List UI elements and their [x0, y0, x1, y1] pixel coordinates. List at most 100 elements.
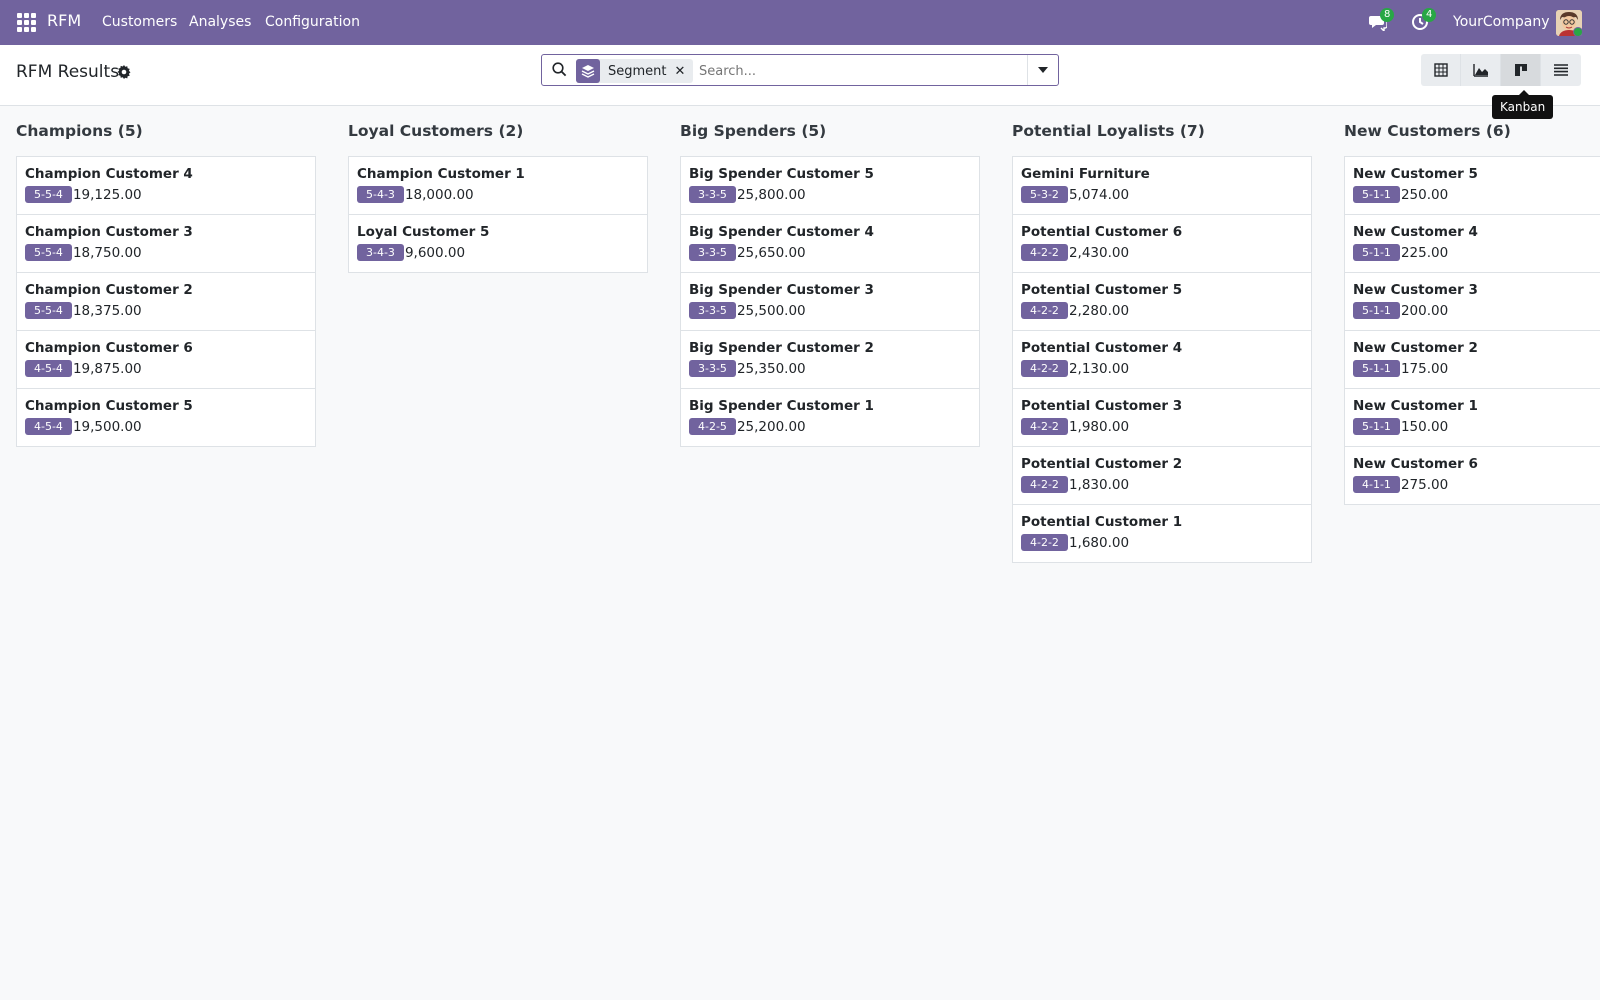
kanban-card[interactable]: Champion Customer 5 4-5-4 19,500.00	[17, 389, 315, 446]
rfm-score-badge: 4-2-2	[1021, 534, 1068, 551]
kanban-card[interactable]: Champion Customer 1 5-4-3 18,000.00	[349, 157, 647, 215]
card-amount: 25,650.00	[736, 244, 806, 261]
rfm-score-badge: 5-1-1	[1353, 360, 1400, 377]
kanban-card[interactable]: Champion Customer 4 5-5-4 19,125.00	[17, 157, 315, 215]
kanban-card[interactable]: Potential Customer 5 4-2-2 2,280.00	[1013, 273, 1311, 331]
search-input[interactable]	[697, 59, 1021, 83]
card-customer-name: Champion Customer 1	[357, 166, 525, 182]
kanban-card[interactable]: Big Spender Customer 5 3-3-5 25,800.00	[681, 157, 979, 215]
kanban-card[interactable]: New Customer 2 5-1-1 175.00	[1345, 331, 1600, 389]
rfm-score-badge: 4-5-4	[25, 418, 72, 435]
remove-facet-close-icon[interactable]: ✕	[675, 64, 694, 79]
kanban-card[interactable]: Champion Customer 2 5-5-4 18,375.00	[17, 273, 315, 331]
menu-analyses[interactable]: Analyses	[189, 14, 251, 30]
card-details: 4-2-2 2,280.00	[1021, 302, 1303, 319]
pivot-view-button[interactable]	[1421, 54, 1461, 86]
card-customer-name: New Customer 2	[1353, 340, 1478, 356]
card-customer-name: Potential Customer 6	[1021, 224, 1183, 240]
user-avatar[interactable]	[1556, 10, 1582, 36]
card-amount: 2,130.00	[1068, 360, 1130, 377]
search-bar: Segment ✕	[541, 54, 1059, 86]
card-amount: 25,350.00	[736, 360, 806, 377]
kanban-card[interactable]: Loyal Customer 5 3-4-3 9,600.00	[349, 215, 647, 272]
column-header[interactable]: New Customers (6)	[1344, 122, 1600, 148]
card-customer-name: Potential Customer 5	[1021, 282, 1183, 298]
card-customer-name: Big Spender Customer 3	[689, 282, 874, 298]
activities-count-badge: 4	[1422, 8, 1437, 22]
rfm-score-badge: 3-4-3	[357, 244, 404, 261]
gear-icon[interactable]	[117, 65, 131, 83]
view-switcher	[1421, 54, 1581, 86]
column-title: New Customers	[1344, 122, 1481, 140]
kanban-card[interactable]: New Customer 6 4-1-1 275.00	[1345, 447, 1600, 504]
messages-button[interactable]: 8	[1369, 8, 1395, 33]
column-count: (6)	[1485, 122, 1511, 140]
online-status-dot	[1573, 27, 1582, 36]
kanban-card[interactable]: Big Spender Customer 1 4-2-5 25,200.00	[681, 389, 979, 446]
card-customer-name: Potential Customer 2	[1021, 456, 1183, 472]
graph-view-button[interactable]	[1461, 54, 1501, 86]
kanban-card[interactable]: Potential Customer 2 4-2-2 1,830.00	[1013, 447, 1311, 505]
card-details: 3-4-3 9,600.00	[357, 244, 639, 261]
card-amount: 19,500.00	[72, 418, 142, 435]
kanban-card[interactable]: Potential Customer 1 4-2-2 1,680.00	[1013, 505, 1311, 562]
card-amount: 1,680.00	[1068, 534, 1130, 551]
column-title: Loyal Customers	[348, 122, 494, 140]
card-customer-name: Potential Customer 3	[1021, 398, 1183, 414]
card-details: 4-2-2 2,430.00	[1021, 244, 1303, 261]
card-amount: 200.00	[1400, 302, 1449, 319]
kanban-card[interactable]: New Customer 1 5-1-1 150.00	[1345, 389, 1600, 447]
activities-button[interactable]: 4	[1411, 8, 1437, 33]
card-amount: 19,875.00	[72, 360, 142, 377]
card-customer-name: Big Spender Customer 1	[689, 398, 874, 414]
card-list: Big Spender Customer 5 3-3-5 25,800.00 Big …	[680, 156, 980, 447]
kanban-card[interactable]: Champion Customer 3 5-5-4 18,750.00	[17, 215, 315, 273]
card-details: 5-1-1 200.00	[1353, 302, 1600, 319]
menu-configuration[interactable]: Configuration	[265, 14, 360, 30]
kanban-card[interactable]: Champion Customer 6 4-5-4 19,875.00	[17, 331, 315, 389]
app-brand[interactable]: RFM	[47, 11, 81, 30]
menu-customers[interactable]: Customers	[102, 14, 177, 30]
column-header[interactable]: Champions (5)	[16, 122, 316, 148]
column-header[interactable]: Big Spenders (5)	[680, 122, 980, 148]
kanban-card[interactable]: Big Spender Customer 4 3-3-5 25,650.00	[681, 215, 979, 273]
kanban-card[interactable]: Gemini Furniture 5-3-2 5,074.00	[1013, 157, 1311, 215]
card-amount: 225.00	[1400, 244, 1449, 261]
card-customer-name: Big Spender Customer 2	[689, 340, 874, 356]
card-details: 4-1-1 275.00	[1353, 476, 1600, 493]
kanban-card[interactable]: Potential Customer 3 4-2-2 1,980.00	[1013, 389, 1311, 447]
card-details: 5-3-2 5,074.00	[1021, 186, 1303, 203]
kanban-card[interactable]: New Customer 4 5-1-1 225.00	[1345, 215, 1600, 273]
card-amount: 175.00	[1400, 360, 1449, 377]
kanban-column: Potential Loyalists (7) Gemini Furniture 5…	[1012, 106, 1312, 563]
apps-menu-icon[interactable]	[17, 13, 36, 32]
column-header[interactable]: Loyal Customers (2)	[348, 122, 648, 148]
kanban-card[interactable]: Big Spender Customer 2 3-3-5 25,350.00	[681, 331, 979, 389]
card-details: 4-5-4 19,500.00	[25, 418, 307, 435]
search-options-toggle[interactable]	[1027, 55, 1058, 85]
kanban-card[interactable]: Potential Customer 6 4-2-2 2,430.00	[1013, 215, 1311, 273]
column-header[interactable]: Potential Loyalists (7)	[1012, 122, 1312, 148]
kanban-view-button[interactable]	[1501, 54, 1541, 86]
kanban-card[interactable]: New Customer 3 5-1-1 200.00	[1345, 273, 1600, 331]
rfm-score-badge: 5-3-2	[1021, 186, 1068, 203]
card-details: 5-1-1 225.00	[1353, 244, 1600, 261]
card-details: 4-5-4 19,875.00	[25, 360, 307, 377]
kanban-card[interactable]: Potential Customer 4 4-2-2 2,130.00	[1013, 331, 1311, 389]
caret-down-icon	[1038, 67, 1048, 73]
kanban-card[interactable]: Big Spender Customer 3 3-3-5 25,500.00	[681, 273, 979, 331]
column-count: (7)	[1179, 122, 1205, 140]
card-customer-name: New Customer 4	[1353, 224, 1478, 240]
card-customer-name: New Customer 6	[1353, 456, 1478, 472]
card-amount: 25,200.00	[736, 418, 806, 435]
kanban-card[interactable]: New Customer 5 5-1-1 250.00	[1345, 157, 1600, 215]
company-switcher[interactable]: YourCompany	[1453, 14, 1550, 30]
list-view-button[interactable]	[1541, 54, 1581, 86]
card-customer-name: New Customer 3	[1353, 282, 1478, 298]
card-amount: 1,830.00	[1068, 476, 1130, 493]
group-by-layers-icon	[576, 59, 600, 83]
rfm-score-badge: 5-1-1	[1353, 302, 1400, 319]
rfm-score-badge: 4-2-2	[1021, 244, 1068, 261]
kanban-icon	[1514, 64, 1527, 76]
card-amount: 2,430.00	[1068, 244, 1130, 261]
